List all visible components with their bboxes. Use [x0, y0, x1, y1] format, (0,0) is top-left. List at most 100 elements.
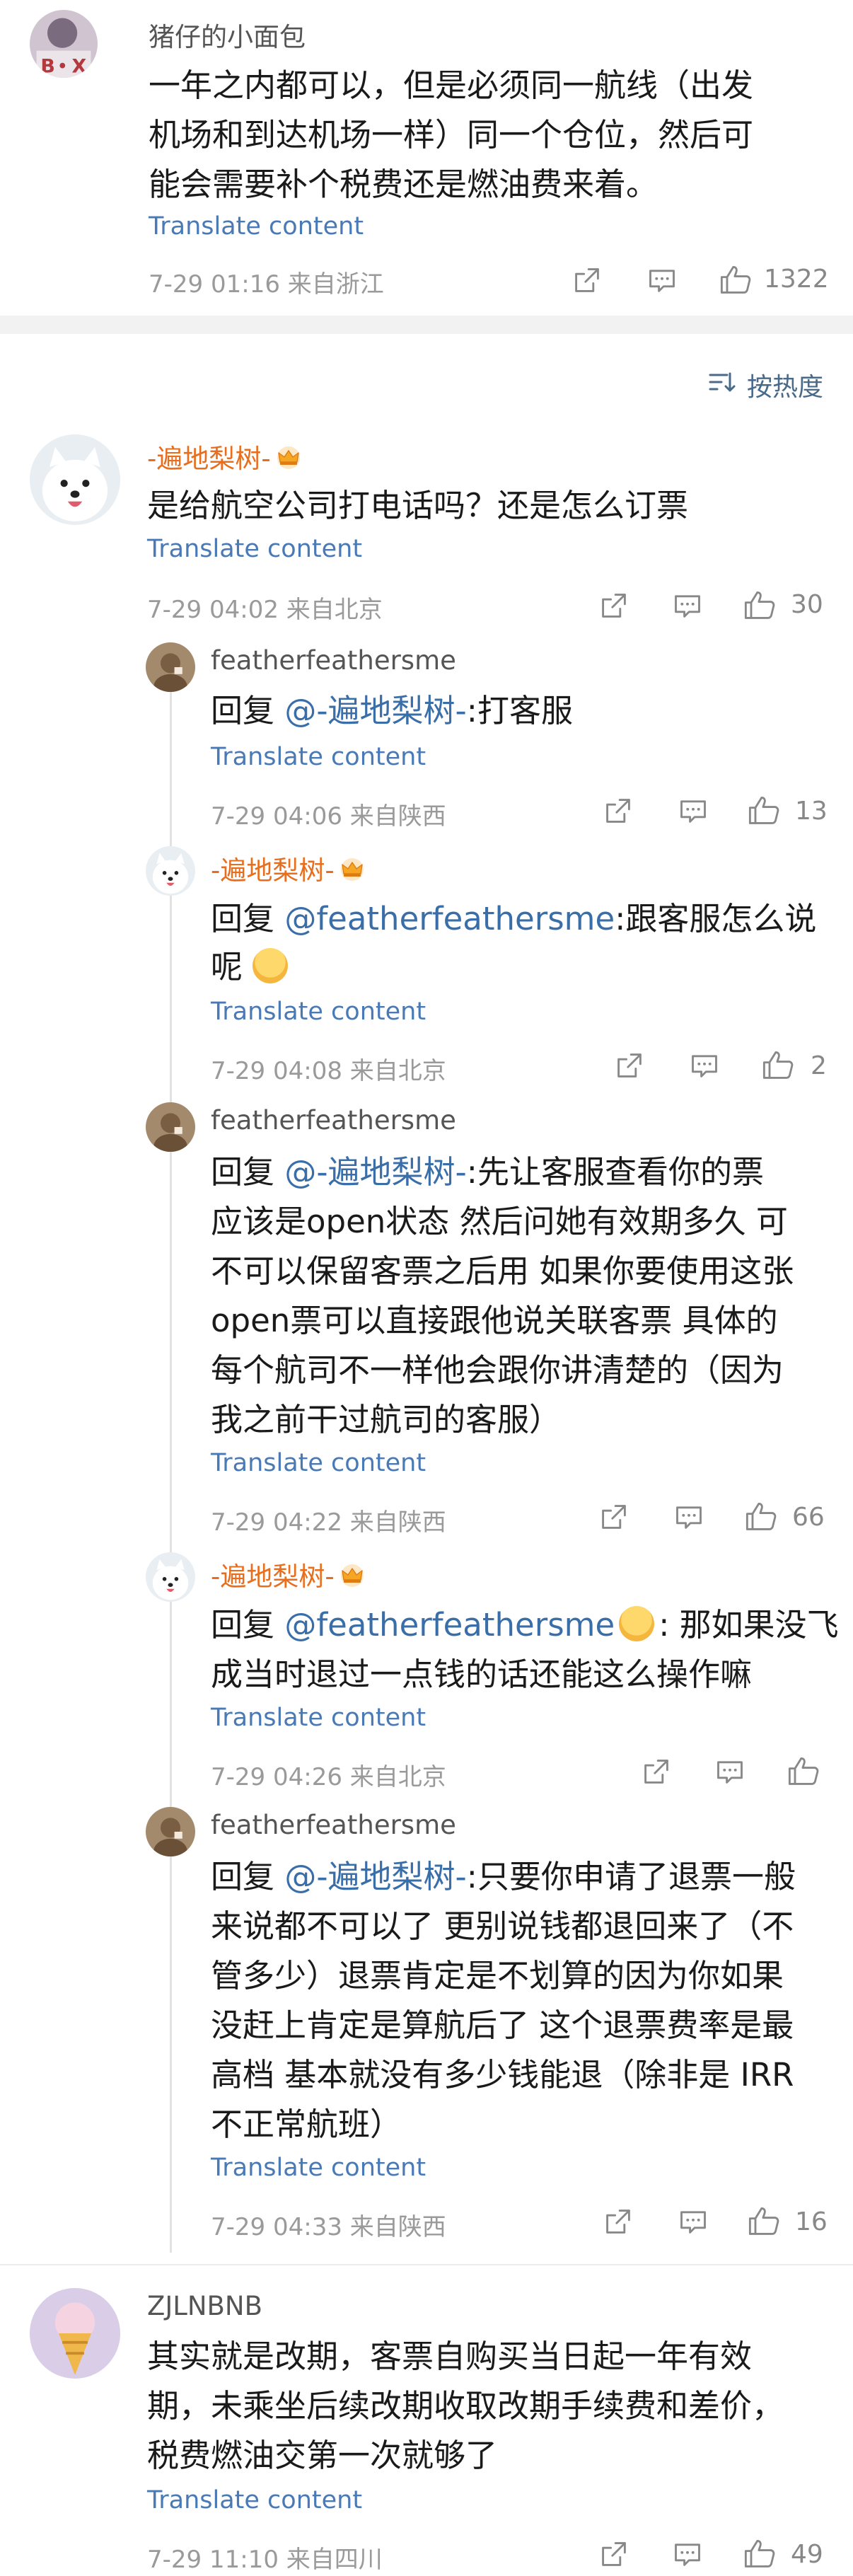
comment-icon[interactable] — [689, 1050, 720, 1081]
avatar[interactable] — [146, 1807, 195, 1856]
mention-link[interactable]: @-遍地梨树- — [284, 1153, 466, 1191]
username[interactable]: ZJLNBNB — [147, 2291, 262, 2321]
crown-icon — [274, 445, 303, 470]
avatar[interactable] — [146, 846, 195, 896]
comment-icon[interactable] — [678, 795, 709, 826]
share-icon[interactable] — [571, 265, 603, 296]
avatar[interactable] — [146, 1552, 195, 1602]
mention-link[interactable]: @-遍地梨树- — [284, 692, 466, 729]
username-text: -遍地梨树- — [211, 855, 335, 886]
translate-link[interactable]: Translate content — [211, 2154, 426, 2182]
comment-line: 税费燃油交第一次就够了 — [147, 2437, 498, 2474]
reply-text: 回复 @featherfeathersme : 那如果没飞 — [211, 1600, 839, 1650]
username[interactable]: featherfeathersme — [211, 1810, 456, 1840]
surprised-emoji-icon — [619, 1606, 655, 1641]
username-text: -遍地梨树- — [211, 1561, 335, 1592]
translate-link[interactable]: Translate content — [211, 1704, 426, 1732]
mention-link[interactable]: @featherfeathersme — [284, 900, 615, 937]
timestamp-location: 7-29 11:10 来自四川 — [147, 2546, 383, 2574]
like-icon[interactable] — [719, 263, 753, 297]
comment-icon[interactable] — [678, 2206, 709, 2237]
username[interactable]: -遍地梨树- — [211, 1555, 367, 1593]
share-icon[interactable] — [603, 795, 634, 826]
like-icon[interactable] — [747, 2205, 781, 2239]
sort-toggle[interactable]: 按热度 — [707, 365, 828, 402]
like-icon[interactable] — [744, 1500, 778, 1534]
like-icon[interactable] — [747, 794, 781, 828]
share-icon[interactable] — [598, 590, 629, 621]
comment-line: 一年之内都可以，但是必须同一航线（出发 — [149, 67, 754, 104]
reply-prefix: 回复 — [211, 1153, 285, 1191]
section-divider — [0, 316, 853, 334]
avatar-image — [30, 10, 98, 78]
username[interactable]: featherfeathersme — [211, 1105, 456, 1136]
avatar-image — [30, 434, 120, 525]
timestamp-location: 7-29 04:08 来自北京 — [211, 1057, 446, 1085]
timestamp-location: 7-29 01:16 来自浙江 — [149, 270, 384, 299]
username[interactable]: -遍地梨树- — [211, 849, 367, 887]
reply-line: : 那如果没飞 — [658, 1606, 839, 1644]
reply-line: 不正常航班） — [211, 2106, 402, 2143]
avatar-image — [146, 642, 195, 692]
mention-link[interactable]: @featherfeathersme — [284, 1606, 615, 1644]
avatar-image — [146, 1552, 195, 1602]
reply-prefix: 回复 — [211, 1858, 285, 1895]
comment-text: 是给航空公司打电话吗？还是怎么订票 — [147, 487, 689, 524]
username-text: -遍地梨树- — [147, 444, 271, 474]
share-icon[interactable] — [614, 1050, 645, 1081]
username[interactable]: featherfeathersme — [211, 645, 456, 676]
avatar-image — [146, 846, 195, 896]
crown-icon — [337, 1563, 367, 1588]
avatar-image — [30, 2288, 120, 2379]
like-count: 1322 — [764, 265, 829, 294]
reply-line: :只要你申请了退票一般 — [466, 1858, 796, 1895]
comment-line: 机场和到达机场一样）同一个仓位，然后可 — [149, 116, 754, 154]
share-icon[interactable] — [641, 1756, 672, 1787]
translate-link[interactable]: Translate content — [147, 535, 362, 563]
like-icon[interactable] — [743, 2537, 777, 2571]
like-icon[interactable] — [787, 1755, 820, 1789]
translate-link[interactable]: Translate content — [147, 2486, 362, 2514]
reply-line: 呢 — [211, 948, 243, 986]
comment-line: 能会需要补个税费还是燃油费来着。 — [149, 166, 658, 203]
avatar-image — [146, 1102, 195, 1152]
avatar[interactable] — [146, 1102, 195, 1152]
like-count: 16 — [795, 2207, 828, 2236]
sort-icon — [707, 368, 736, 396]
comment-divider — [0, 2264, 853, 2265]
comment-icon[interactable] — [672, 2539, 703, 2570]
username[interactable]: -遍地梨树- — [147, 437, 303, 475]
avatar[interactable] — [30, 434, 120, 525]
reply-line: 不可以保留客票之后用 如果你要使用这张 — [211, 1252, 794, 1290]
reply-prefix: 回复 — [211, 1606, 285, 1644]
avatar[interactable] — [30, 10, 98, 78]
timestamp-location: 7-29 04:22 来自陕西 — [211, 1508, 446, 1537]
avatar[interactable] — [146, 642, 195, 692]
share-icon[interactable] — [598, 1501, 629, 1532]
reply-line: :先让客服查看你的票 — [466, 1153, 764, 1191]
share-icon[interactable] — [598, 2539, 629, 2570]
reply-line: 应该是open状态 然后问她有效期多久 可 — [211, 1203, 788, 1240]
reply-line: 我之前干过航司的客服） — [211, 1401, 562, 1438]
comment-line: 期，未乘坐后续改期收取改期手续费和差价， — [147, 2387, 784, 2425]
translate-link[interactable]: Translate content — [149, 212, 364, 241]
translate-link[interactable]: Translate content — [211, 998, 426, 1026]
like-count: 13 — [795, 797, 828, 826]
like-icon[interactable] — [761, 1049, 795, 1082]
reply-line: 每个航司不一样他会跟你讲清楚的（因为 — [211, 1351, 784, 1389]
like-count: 49 — [791, 2540, 823, 2569]
translate-link[interactable]: Translate content — [211, 743, 426, 771]
like-icon[interactable] — [743, 589, 777, 623]
comment-icon[interactable] — [672, 590, 703, 621]
username[interactable]: 猪仔的小面包 — [149, 16, 306, 54]
share-icon[interactable] — [603, 2206, 634, 2237]
avatar[interactable] — [30, 2288, 120, 2379]
reply-text: 回复 @-遍地梨树-:先让客服查看你的票 — [211, 1148, 764, 1197]
comment-icon[interactable] — [646, 265, 678, 296]
like-count: 66 — [792, 1503, 825, 1532]
comment-icon[interactable] — [714, 1756, 745, 1787]
reply-text: 回复 @-遍地梨树-:只要你申请了退票一般 — [211, 1852, 796, 1902]
mention-link[interactable]: @-遍地梨树- — [284, 1858, 466, 1895]
comment-icon[interactable] — [673, 1501, 704, 1532]
translate-link[interactable]: Translate content — [211, 1449, 426, 1477]
